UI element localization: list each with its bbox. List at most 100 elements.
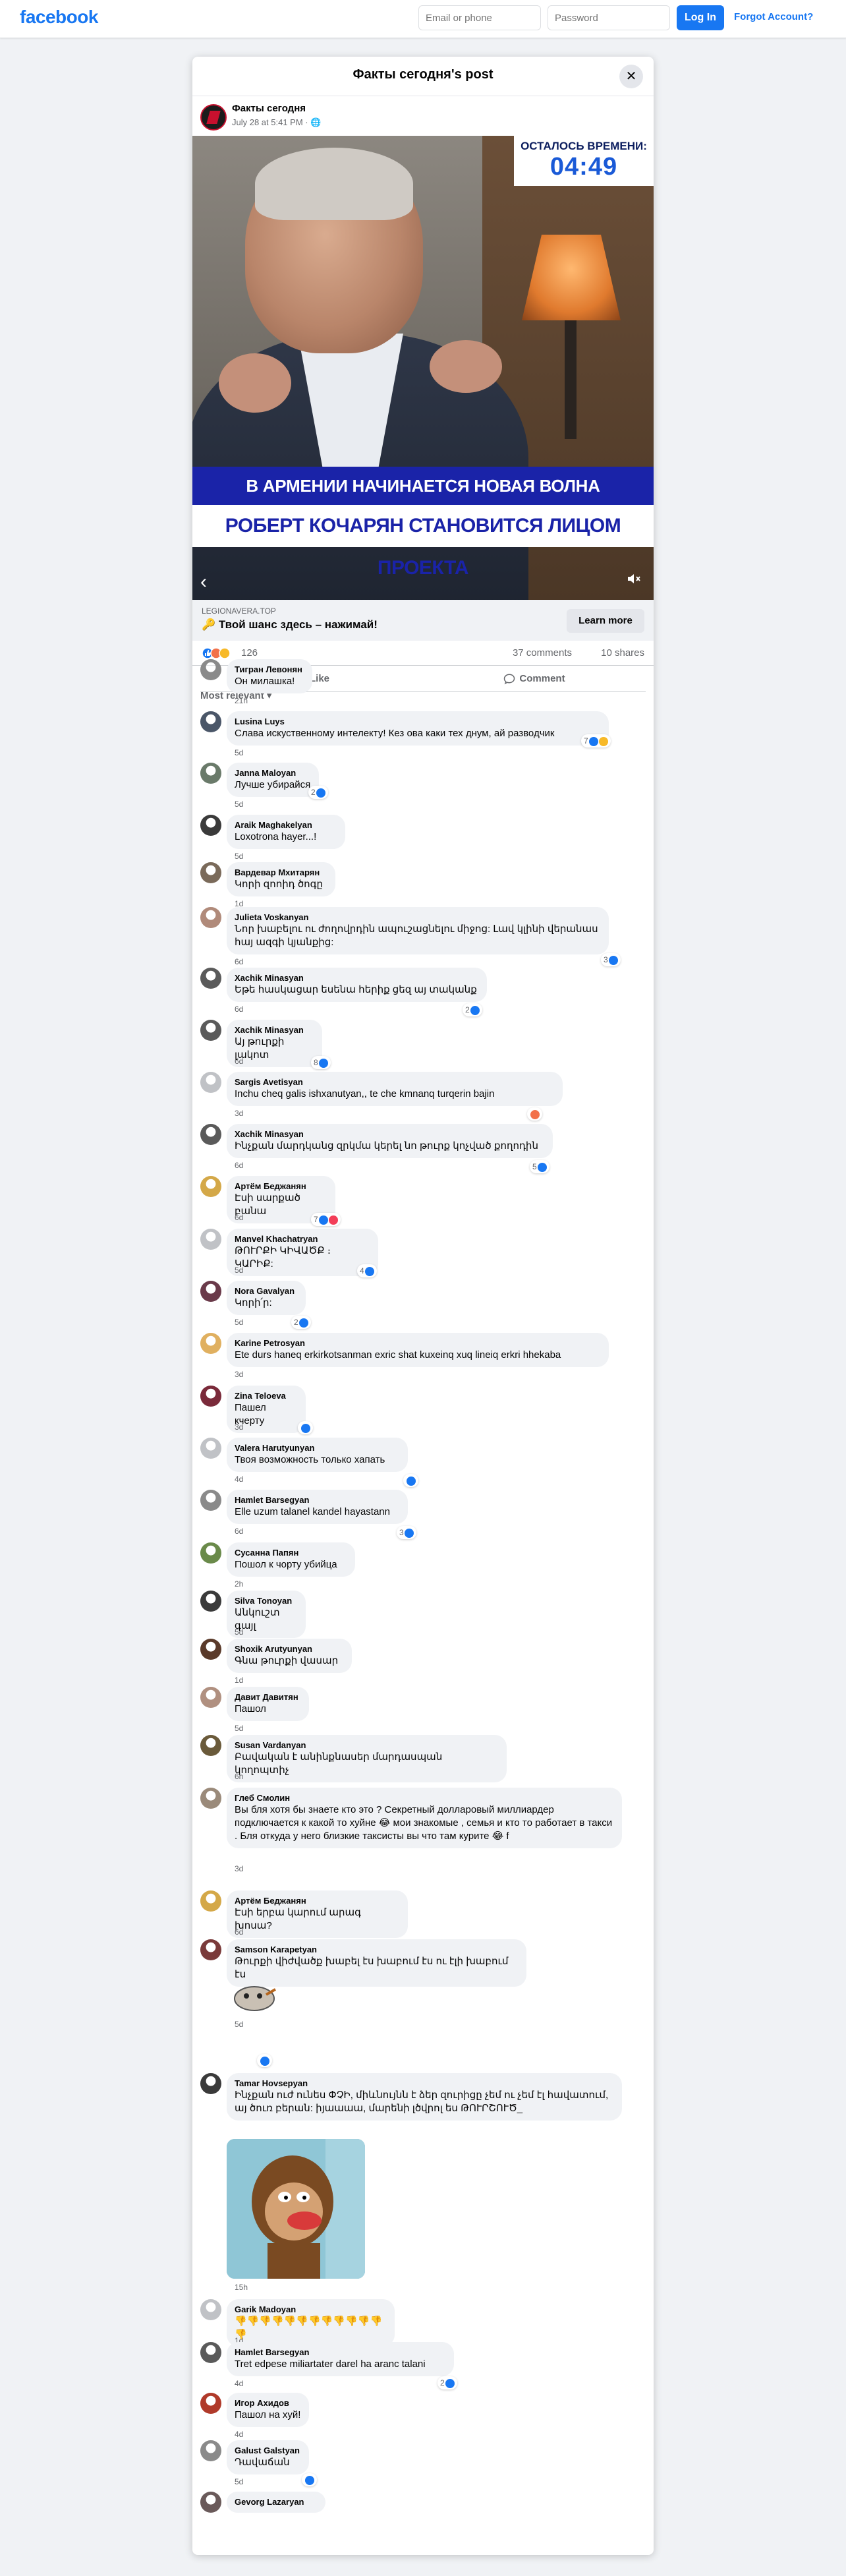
commenter-avatar[interactable]: [200, 1072, 221, 1093]
commenter-name[interactable]: Karine Petrosyan: [235, 1338, 601, 1349]
commenter-name[interactable]: Hamlet Barsegyan: [235, 1495, 400, 1506]
forgot-account-link[interactable]: Forgot Account?: [734, 11, 813, 22]
comment-time[interactable]: 4d: [235, 2379, 243, 2388]
commenter-avatar[interactable]: [200, 1542, 221, 1564]
comment-time[interactable]: 6d: [235, 1213, 243, 1222]
commenter-avatar[interactable]: [200, 1176, 221, 1197]
commenter-avatar[interactable]: [200, 2440, 221, 2461]
comment-time[interactable]: 5d: [235, 1724, 243, 1733]
commenter-name[interactable]: Lusina Luys: [235, 717, 601, 727]
comment-time[interactable]: 21h: [235, 696, 248, 705]
post-video[interactable]: ОСТАЛОСЬ ВРЕМЕНИ: 04:49 В АРМЕНИИ НАЧИНА…: [192, 136, 654, 600]
commenter-name[interactable]: Глеб Смолин: [235, 1793, 614, 1803]
page-name[interactable]: Факты сегодня: [232, 103, 306, 114]
close-icon[interactable]: ✕: [619, 65, 643, 88]
commenter-name[interactable]: Araik Maghakelyan: [235, 820, 337, 831]
commenter-avatar[interactable]: [200, 907, 221, 928]
commenter-name[interactable]: Gevorg Lazaryan: [235, 2497, 318, 2507]
comment-reactions[interactable]: 7: [311, 1213, 341, 1226]
comment-reactions[interactable]: [302, 2473, 317, 2486]
commenter-avatar[interactable]: [200, 815, 221, 836]
post-date[interactable]: July 28 at 5:41 PM · 🌐: [232, 117, 321, 128]
page-avatar[interactable]: [200, 104, 227, 131]
shares-count[interactable]: 10 shares: [601, 647, 644, 659]
comment-reactions[interactable]: [257, 2054, 272, 2067]
commenter-avatar[interactable]: [200, 711, 221, 732]
learn-more-button[interactable]: Learn more: [567, 609, 644, 633]
comment-reactions[interactable]: [403, 1474, 418, 1487]
commenter-avatar[interactable]: [200, 763, 221, 784]
comment-time[interactable]: 6d: [235, 1161, 243, 1170]
comment-time[interactable]: 5d: [235, 1318, 243, 1327]
commenter-avatar[interactable]: [200, 2492, 221, 2513]
commenter-name[interactable]: Вардевар Мхитарян: [235, 867, 327, 878]
comment-time[interactable]: 4d: [235, 1475, 243, 1484]
commenter-name[interactable]: Zina Teloeva: [235, 1391, 298, 1401]
comment-time[interactable]: 5d: [235, 1266, 243, 1275]
comment-time[interactable]: 6d: [235, 957, 243, 966]
facebook-logo[interactable]: facebook: [20, 7, 98, 28]
comment-time[interactable]: 5d: [235, 2020, 243, 2029]
comment-time[interactable]: 3d: [235, 1864, 243, 1873]
comment-time[interactable]: 3d: [235, 1422, 243, 1432]
commenter-name[interactable]: Shoxik Arutyunyan: [235, 1644, 344, 1654]
commenter-name[interactable]: Tamar Hovsepyan: [235, 2078, 614, 2089]
comment-time[interactable]: 5d: [235, 2477, 243, 2486]
commenter-avatar[interactable]: [200, 1281, 221, 1302]
comment-time[interactable]: 5d: [235, 800, 243, 809]
commenter-name[interactable]: Susan Vardanyan: [235, 1740, 499, 1751]
login-button[interactable]: Log In: [677, 5, 724, 30]
commenter-name[interactable]: Samson Karapetyan: [235, 1945, 519, 1955]
commenter-avatar[interactable]: [200, 1490, 221, 1511]
commenter-name[interactable]: Артём Беджанян: [235, 1181, 327, 1192]
comment-time[interactable]: 1d: [235, 1676, 243, 1685]
commenter-name[interactable]: Xachik Minasyan: [235, 1129, 545, 1140]
commenter-avatar[interactable]: [200, 659, 221, 680]
commenter-name[interactable]: Galust Galstyan: [235, 2445, 301, 2456]
comment-reactions[interactable]: 2: [308, 786, 328, 799]
commenter-name[interactable]: Manvel Khachatryan: [235, 1234, 370, 1244]
commenter-avatar[interactable]: [200, 1890, 221, 1912]
commenter-avatar[interactable]: [200, 1687, 221, 1708]
commenter-name[interactable]: Xachik Minasyan: [235, 1025, 314, 1036]
comment-reactions[interactable]: 3: [397, 1526, 416, 1539]
comment-reactions[interactable]: [298, 1421, 313, 1434]
comment-time[interactable]: 6d: [235, 1005, 243, 1014]
commenter-avatar[interactable]: [200, 1591, 221, 1612]
commenter-name[interactable]: Игор Ахидов: [235, 2398, 301, 2409]
commenter-name[interactable]: Xachik Minasyan: [235, 973, 479, 983]
comment-reactions[interactable]: 2: [291, 1316, 311, 1329]
comment-reactions[interactable]: 8: [311, 1056, 331, 1069]
comment-time[interactable]: 4d: [235, 2430, 243, 2439]
commenter-name[interactable]: Julieta Voskanyan: [235, 912, 601, 923]
comment-reactions[interactable]: [527, 1107, 542, 1121]
comment-time[interactable]: 2h: [235, 1579, 243, 1589]
email-input[interactable]: [418, 5, 541, 30]
comment-reactions[interactable]: 7: [581, 734, 611, 747]
comment-time[interactable]: 6d: [235, 1057, 243, 1066]
commenter-avatar[interactable]: [200, 1438, 221, 1459]
commenter-avatar[interactable]: [200, 862, 221, 883]
comment-time[interactable]: 3d: [235, 1109, 243, 1118]
commenter-name[interactable]: Артём Беджанян: [235, 1896, 400, 1906]
commenter-avatar[interactable]: [200, 2299, 221, 2320]
comment-reactions[interactable]: 2: [463, 1003, 482, 1016]
commenter-name[interactable]: Silva Tonoyan: [235, 1596, 298, 1606]
link-title[interactable]: 🔑 Твой шанс здесь – нажимай!: [202, 618, 378, 631]
commenter-avatar[interactable]: [200, 1333, 221, 1354]
commenter-name[interactable]: Nora Gavalyan: [235, 1286, 298, 1297]
commenter-avatar[interactable]: [200, 1124, 221, 1145]
commenter-name[interactable]: Сусанна Папян: [235, 1548, 347, 1558]
reaction-count[interactable]: 126: [241, 647, 258, 659]
comment-image[interactable]: [227, 2139, 365, 2279]
commenter-avatar[interactable]: [200, 1386, 221, 1407]
commenter-avatar[interactable]: [200, 1939, 221, 1960]
commenter-avatar[interactable]: [200, 1020, 221, 1041]
commenter-avatar[interactable]: [200, 968, 221, 989]
commenter-name[interactable]: Garik Madoyan: [235, 2304, 387, 2315]
comment-time[interactable]: 6h: [235, 1772, 243, 1781]
comments-count[interactable]: 37 comments: [513, 647, 572, 659]
comment-time[interactable]: 5d: [235, 748, 243, 757]
comment-time[interactable]: 5d: [235, 852, 243, 861]
commenter-name[interactable]: Sargis Avetisyan: [235, 1077, 555, 1088]
